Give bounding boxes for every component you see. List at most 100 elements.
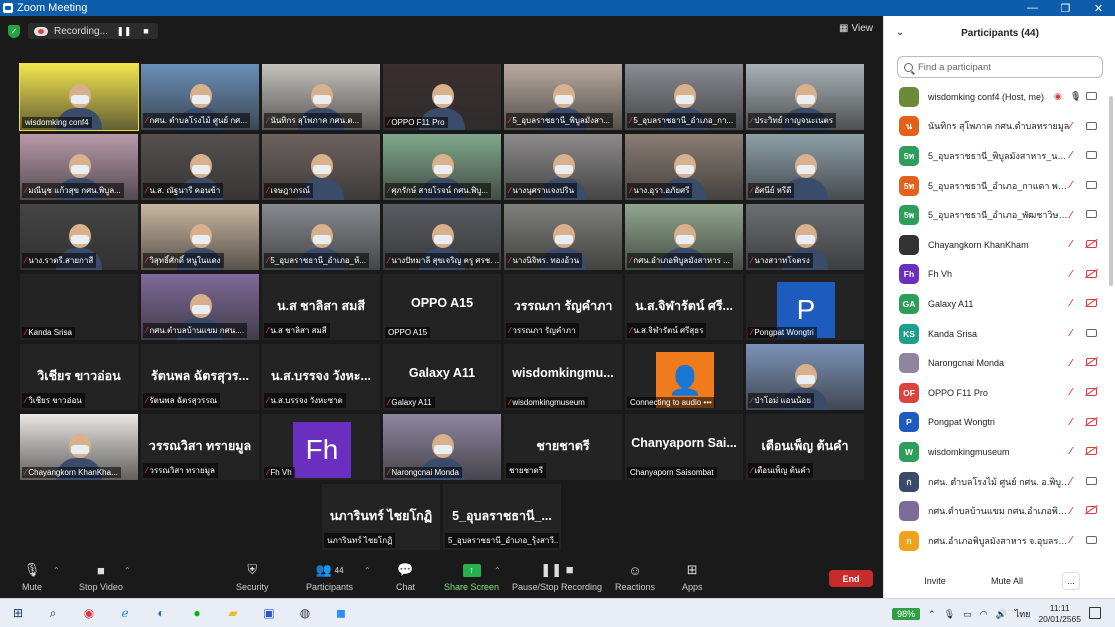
chat-button[interactable]: 💬 Chat [396,562,415,592]
video-tile[interactable]: รัตนพล ฉัตรสุวร... ⁄ รัตนพล ฉัตรสุวรรณ [141,344,259,410]
view-button[interactable]: ▦ View [839,23,873,34]
participant-row[interactable]: 5ท 5_อุบลราชธานี_อำเภอ_กาแดา พงศ์ส... ⁄ [884,171,1108,201]
video-off-icon[interactable] [1086,506,1097,515]
participant-row[interactable]: GA Galaxy A11 ⁄ [884,289,1108,319]
participant-row[interactable]: 5พ 5_อุบลราชธานี_อำเภอ_พัฒชาวิษฑฤ... ⁄ [884,200,1108,230]
audio-options-chevron-icon[interactable]: ⌃ [53,566,60,575]
muted-microphone-icon[interactable]: ⁄ [1070,121,1072,132]
video-off-icon[interactable] [1086,417,1097,426]
video-tile[interactable]: ⁄ นางนิจิพร. ทองอ้วน [504,204,622,270]
video-tile[interactable]: ⁄ 5_อุบลราชธานี_พิบูลมังสา... [504,64,622,130]
battery-percent[interactable]: 98% [892,608,921,620]
video-tile[interactable]: ⁄ กศน.ตำบลบ้านแขม กศน.... [141,274,259,340]
video-options-chevron-icon[interactable]: ⌃ [124,566,131,575]
microphone-tray-icon[interactable]: 🎙 [944,609,955,620]
video-tile[interactable]: ชายชาตรี ชายชาตรี [504,414,622,480]
video-off-icon[interactable] [1086,358,1097,367]
muted-microphone-icon[interactable]: ⁄ [1070,269,1072,280]
video-tile[interactable]: ⁄ เจษฎาภรณ์ [262,134,380,200]
video-tile[interactable]: ⁄ ป่าโอม่ แอนน้อย [746,344,864,410]
muted-microphone-icon[interactable]: ⁄ [1070,387,1072,398]
video-tile[interactable]: ⁄ นางปัทมาลี สุขเจริญ ครู ศรช. ... [383,204,501,270]
chrome-icon[interactable]: ◉ [80,604,98,622]
video-tile[interactable]: Galaxy A11 ⁄ Galaxy A11 [383,344,501,410]
line-app-icon[interactable]: ● [188,604,206,622]
video-camera-icon[interactable] [1086,536,1097,544]
participant-row[interactable]: น นันทิกร สุโพภาค กศน.ตำบลทรายมูล ⁄ [884,112,1108,142]
video-tile[interactable]: ⁄ Kanda Srisa [20,274,138,340]
video-tile[interactable]: น.ส ชาลิสา สมสี ⁄ น.ส ชาลิสา สมสี [262,274,380,340]
windows-start-icon[interactable]: ⊞ [9,604,27,622]
video-camera-icon[interactable] [1086,92,1097,100]
video-tile[interactable]: OPPO A15 OPPO A15 [383,274,501,340]
find-participant-input[interactable]: Find a participant [897,56,1103,78]
obs-studio-icon[interactable]: ◍ [296,604,314,622]
apps-button[interactable]: ⊞ Apps [682,562,703,592]
participant-row[interactable]: Chayangkorn KhanKham ⁄ [884,230,1108,260]
video-tile[interactable]: ⁄ 5_อุบลราชธานี_อำเภอ_กา... [625,64,743,130]
video-tile[interactable]: ⁄ Chayangkorn KhanKha... [20,414,138,480]
video-off-icon[interactable] [1086,299,1097,308]
video-tile[interactable]: ⁄ กศน. ตำบลโรงไม้ ศูนย์ กศ... [141,64,259,130]
video-tile[interactable]: 5_อุบลราชธานี_... 5_อุบลราชธานี_อำเภอ_รุ้… [443,484,561,550]
security-button[interactable]: ⛨ Security [236,562,269,592]
video-camera-icon[interactable] [1086,121,1097,130]
video-tile[interactable]: ⁄ อัศนีย์ หรีดี [746,134,864,200]
video-tile[interactable]: ⁄ วิสุทธิ์ศักดิ์ หนูในแดง [141,204,259,270]
microphone-icon[interactable]: 🎙 [1070,91,1081,102]
video-tile[interactable]: น.ส.จิฬารัตน์ ศรี... ⁄ น.ส.จิฬารัตน์ ศรีสุ… [625,274,743,340]
stop-video-button[interactable]: ■ Stop Video [79,562,123,593]
muted-microphone-icon[interactable]: ⁄ [1070,535,1072,546]
video-camera-icon[interactable] [1086,151,1097,160]
video-tile[interactable]: ⁄ Narongcnai Monda [383,414,501,480]
pause-recording-icon[interactable]: ❚❚ [116,25,131,37]
video-camera-icon[interactable] [1086,328,1097,337]
file-explorer-icon[interactable]: ▰ [224,604,242,622]
video-tile[interactable]: ⁄ นางสวาทโจตรง [746,204,864,270]
video-off-icon[interactable] [1086,269,1097,278]
invite-button[interactable]: Invite [916,572,954,590]
video-tile[interactable]: ⁄ นาง.ราตรี.สายกาสี [20,204,138,270]
internet-explorer-icon[interactable]: ℯ [116,604,134,622]
muted-microphone-icon[interactable]: ⁄ [1070,446,1072,457]
muted-microphone-icon[interactable]: ⁄ [1070,210,1072,221]
video-tile[interactable]: ⁄ น.ส. ณัฐนารี คอนข้า [141,134,259,200]
reactions-button[interactable]: ☺ Reactions [615,562,655,593]
notification-center-icon[interactable] [1089,607,1101,619]
mute-all-button[interactable]: Mute All [985,572,1029,590]
video-tile[interactable]: ⁄ ประวิทย์ กาญจนะเนตร [746,64,864,130]
collapse-panel-chevron-icon[interactable]: ⌄ [896,27,904,38]
mute-button[interactable]: 🎙 Mute [22,562,42,592]
participant-list-scrollbar[interactable] [1109,96,1113,286]
participant-row[interactable]: Wwisdomkingmuseum ⁄ [884,437,1108,467]
muted-microphone-icon[interactable]: ⁄ [1070,328,1072,339]
participant-row[interactable]: wisdomking conf4 (Host, me) ◉ 🎙 [884,82,1108,112]
input-language[interactable]: ไทย [1015,607,1031,621]
stop-recording-icon[interactable]: ■ [140,25,152,37]
muted-microphone-icon[interactable]: ⁄ [1070,358,1072,369]
participants-button[interactable]: 👥 44 Participants [306,562,353,592]
participant-row[interactable]: Fh Fh Vh ⁄ [884,260,1108,290]
video-tile[interactable]: วรรณภา รัญคำภา ⁄ วรรณภา รัญคำภา [504,274,622,340]
close-button[interactable]: ✕ [1082,0,1115,16]
edge-icon[interactable]: ◐ [152,604,170,622]
video-off-icon[interactable] [1086,240,1097,248]
video-tile[interactable]: เตือนเพ็ญ ต้นคำ ⁄ เตือนเพ็ญ ต้นคำ [746,414,864,480]
video-tile[interactable]: น.ส.บรรจง วังหะ... ⁄ น.ส.บรรจง วังหะซาต [262,344,380,410]
video-tile[interactable]: ⁄ นาง.อุรา.อภัยศรี [625,134,743,200]
video-tile[interactable]: ⁄ มณีนุช แก้วสุข กศน.พิบูล... [20,134,138,200]
battery-icon[interactable]: ▭ [963,609,972,620]
minimize-button[interactable]: — [1016,0,1049,16]
video-tile[interactable]: ⁄ 5_อุบลราชธานี_อำเภอ_ห้... [262,204,380,270]
video-tile[interactable]: นภารินทร์ ไชยโกฏิ นภารินทร์ ไชยโกฏิ [322,484,440,550]
video-tile[interactable]: วิเชียร ขาวอ่อน ⁄ วิเชียร ขาวอ่อน [20,344,138,410]
participant-row[interactable]: ก กศน. ตำบลโรงไม้ ศูนย์ กศน. อ.พิบูลฯ จ..… [884,467,1108,497]
video-tile[interactable]: wisdomking conf4 [19,63,139,131]
video-tile[interactable]: ⁄ นางนุศราแจงปริน [504,134,622,200]
video-tile[interactable]: wisdomkingmu... ⁄ wisdomkingmuseum [504,344,622,410]
participant-row[interactable]: 5ท 5_อุบลราชธานี_พิบูลมังสาหาร_นางสา... ⁄ [884,141,1108,171]
video-tile[interactable]: 👤 Connecting to audio ••• [625,344,743,410]
video-camera-icon[interactable] [1086,210,1097,219]
zoom-icon[interactable]: ◼ [332,604,350,622]
more-options-button[interactable]: ... [1062,572,1080,590]
